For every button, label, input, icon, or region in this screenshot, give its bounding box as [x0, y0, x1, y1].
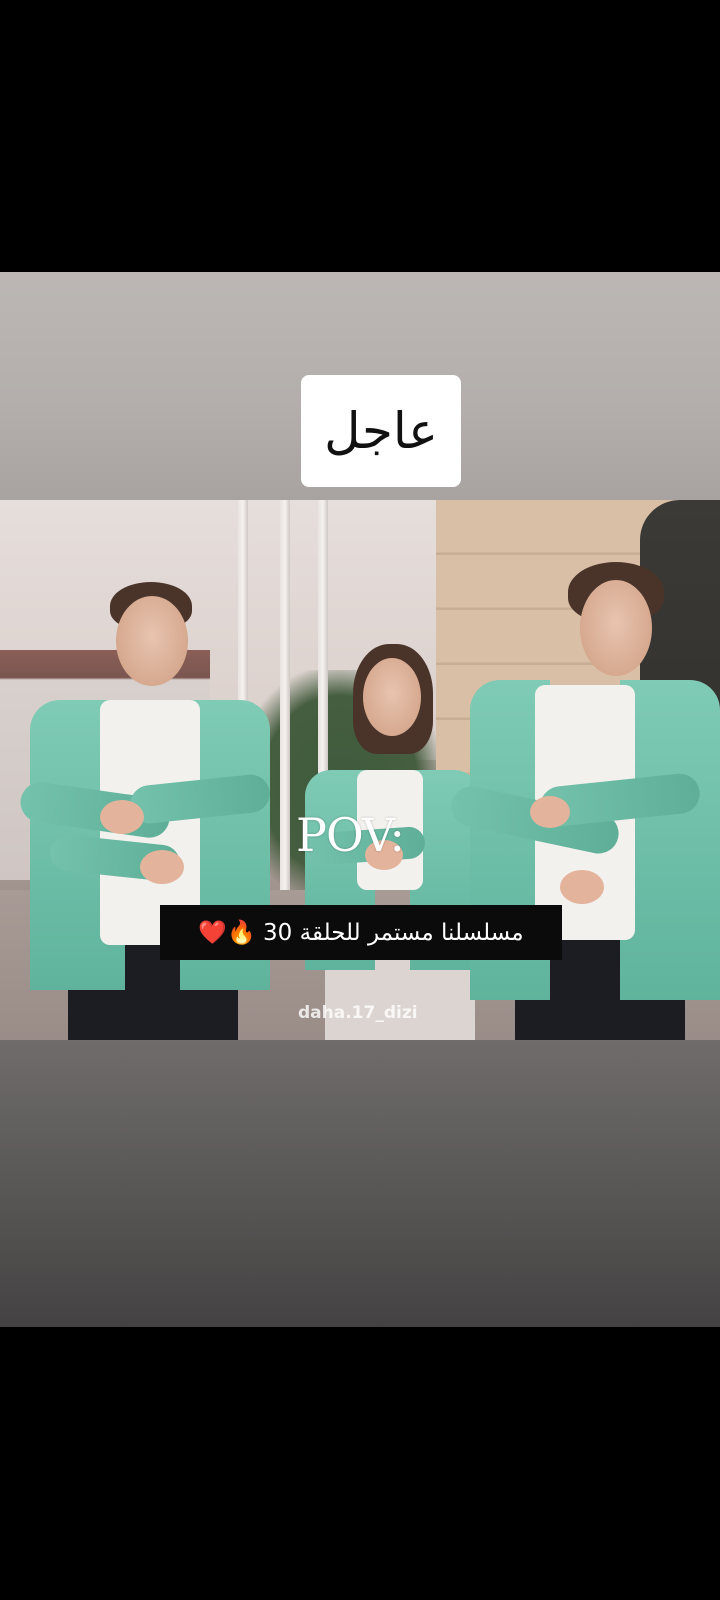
breaking-news-badge: عاجل — [301, 375, 461, 487]
caption-text: مسلسلنا مستمر للحلقة 30 🔥❤️ — [198, 920, 524, 946]
flag-pole — [280, 500, 290, 920]
breaking-news-label: عاجل — [324, 402, 438, 460]
story-screen: عاجل POV: مسلسلنا مستمر للحلقة 30 🔥❤️ da… — [0, 0, 720, 1600]
person-left — [10, 582, 280, 1040]
pov-overlay-text: POV: — [296, 808, 405, 862]
person-right — [447, 562, 720, 1040]
watermark-text: daha.17_dizi — [298, 1003, 418, 1023]
story-bottom-band — [0, 1040, 720, 1327]
caption-box: مسلسلنا مستمر للحلقة 30 🔥❤️ — [160, 905, 562, 960]
